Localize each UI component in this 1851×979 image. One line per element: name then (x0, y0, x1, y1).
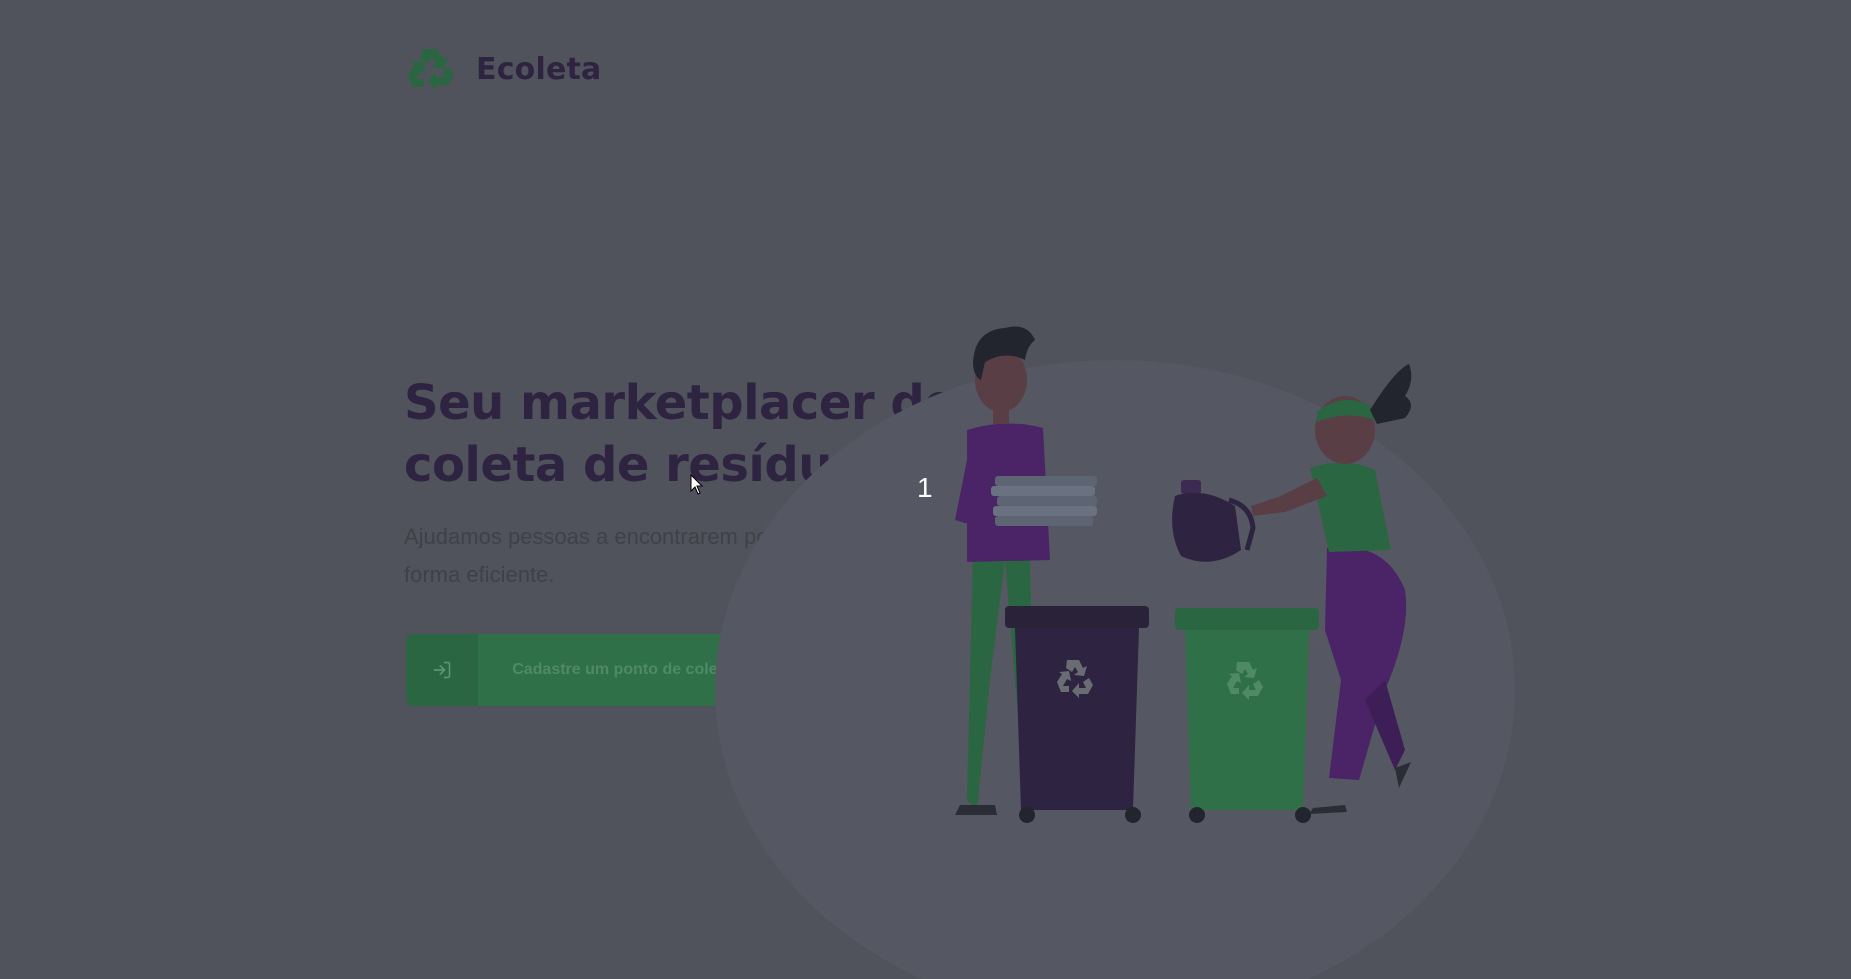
log-in-icon (433, 661, 451, 679)
logo-text: Ecoleta (476, 51, 602, 87)
cta-icon-box (406, 634, 478, 706)
recycling-people-illustration (715, 326, 1515, 979)
recycle-icon (408, 49, 454, 91)
step-number-overlay: 1 (917, 472, 933, 503)
header: Ecoleta (404, 44, 602, 94)
mouse-pointer-icon (690, 474, 704, 495)
